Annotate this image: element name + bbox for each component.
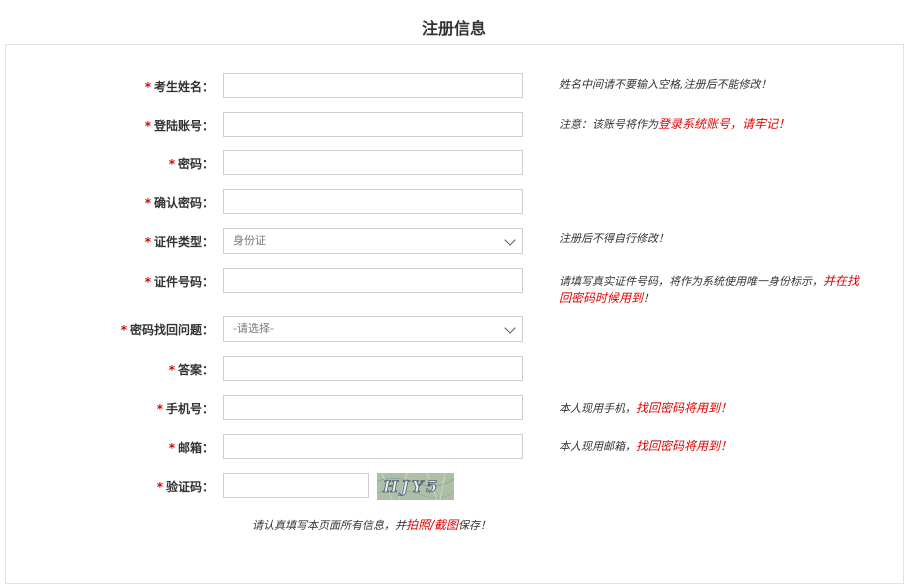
confirm-password-label-text: 确认密码： (153, 196, 214, 210)
required-mark: * (168, 157, 175, 171)
confirm-password-label: * 确认密码： (145, 194, 214, 211)
captcha-text: HJY5 (382, 477, 440, 496)
required-mark: * (144, 275, 151, 289)
account-hint-suffix: ！ (778, 117, 791, 131)
answer-input[interactable] (223, 356, 523, 381)
email-label-text: 邮箱： (177, 441, 214, 455)
id-type-label-text: 证件类型： (153, 235, 214, 249)
email-hint-red: 找回密码将用到！ (636, 439, 733, 453)
password-input[interactable] (223, 150, 523, 175)
chevron-down-icon (504, 234, 516, 246)
email-label: * 邮箱： (169, 439, 214, 456)
id-type-select[interactable]: 身份证 (223, 228, 523, 254)
name-label: * 考生姓名： (145, 78, 214, 95)
security-question-select[interactable]: -请选择- (223, 316, 523, 342)
required-mark: * (144, 235, 151, 249)
id-type-label: * 证件类型： (145, 233, 214, 250)
name-hint: 姓名中间请不要输入空格,注册后不能修改！ (559, 78, 772, 91)
footer-red: 拍照/截图 (406, 518, 459, 532)
required-mark: * (120, 323, 127, 337)
id-number-label-text: 证件号码： (153, 275, 214, 289)
footer-prefix: 请认真填写本页面所有信息，并 (252, 519, 406, 532)
captcha-label: * 验证码： (157, 478, 214, 495)
required-mark: * (156, 402, 163, 416)
account-label-text: 登陆账号： (153, 119, 214, 133)
password-label: * 密码： (169, 155, 214, 172)
id-type-selected: 身份证 (233, 234, 266, 247)
account-hint: 注意：该账号将作为登录系统账号，请牢记！ (559, 116, 859, 133)
phone-input[interactable] (223, 395, 523, 420)
footer-suffix: 保存！ (458, 519, 492, 532)
id-number-hint-suffix: ！ (643, 292, 655, 305)
email-input[interactable] (223, 434, 523, 459)
required-mark: * (144, 119, 151, 133)
page-title: 注册信息 (421, 19, 486, 38)
account-label: * 登陆账号： (145, 117, 214, 134)
answer-label: * 答案： (169, 361, 214, 378)
captcha-label-text: 验证码： (165, 480, 214, 494)
required-mark: * (168, 441, 175, 455)
confirm-password-input[interactable] (223, 189, 523, 214)
phone-label: * 手机号： (157, 400, 214, 417)
phone-hint-red: 找回密码将用到！ (636, 401, 733, 415)
required-mark: * (168, 363, 175, 377)
captcha-input[interactable] (223, 473, 369, 498)
required-mark: * (144, 196, 151, 210)
name-input[interactable] (223, 73, 523, 98)
captcha-image[interactable]: HJY5 (377, 473, 454, 500)
account-hint-red: 登录系统账号，请牢记 (658, 117, 779, 131)
phone-hint: 本人现用手机，找回密码将用到！ (559, 400, 859, 417)
chevron-down-icon (504, 322, 516, 334)
required-mark: * (144, 80, 151, 94)
answer-label-text: 答案： (177, 363, 214, 377)
account-input[interactable] (223, 112, 523, 137)
required-mark: * (156, 480, 163, 494)
id-number-hint: 请填写真实证件号码，将作为系统使用唯一身份标示，并在找回密码时候用到！ (559, 273, 859, 307)
email-hint: 本人现用邮箱，找回密码将用到！ (559, 438, 859, 455)
phone-hint-prefix: 本人现用手机， (559, 402, 636, 415)
captcha-noise-icon: HJY5 (377, 473, 454, 500)
security-question-label-text: 密码找回问题： (129, 323, 214, 337)
account-hint-prefix: 注意：该账号将作为 (559, 118, 658, 131)
security-question-selected: -请选择- (233, 322, 274, 335)
id-number-input[interactable] (223, 268, 523, 293)
password-label-text: 密码： (177, 157, 214, 171)
id-type-hint: 注册后不得自行修改！ (559, 232, 669, 245)
phone-label-text: 手机号： (165, 402, 214, 416)
footer-note: 请认真填写本页面所有信息，并拍照/截图保存！ (252, 516, 491, 533)
security-question-label: * 密码找回问题： (121, 321, 214, 338)
id-number-hint-prefix: 请填写真实证件号码，将作为系统使用唯一身份标示， (559, 275, 823, 288)
email-hint-prefix: 本人现用邮箱， (559, 440, 636, 453)
name-label-text: 考生姓名： (153, 80, 214, 94)
id-number-label: * 证件号码： (145, 273, 214, 290)
